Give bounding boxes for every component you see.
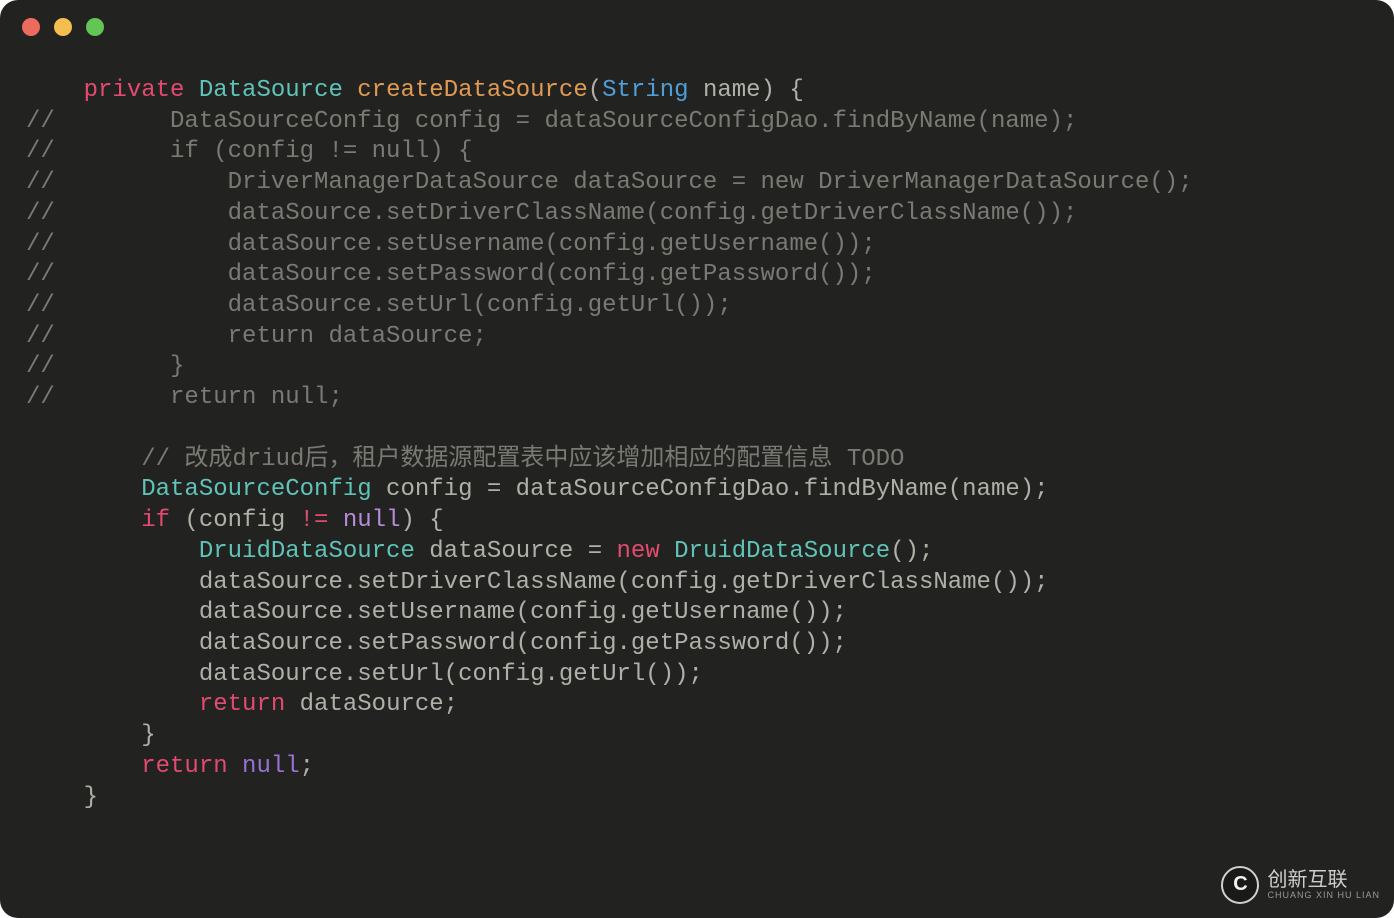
code-line: dataSource.setDriverClassName(config.get… bbox=[26, 569, 1049, 596]
code-line: if (config != null) { bbox=[26, 507, 444, 534]
code-line: private DataSource createDataSource(Stri… bbox=[26, 77, 804, 104]
code-comment-line: // } bbox=[26, 353, 184, 380]
code-line: } bbox=[26, 722, 156, 749]
code-editor-window: private DataSource createDataSource(Stri… bbox=[0, 0, 1394, 918]
code-line: } bbox=[26, 784, 98, 811]
code-line: DataSourceConfig config = dataSourceConf… bbox=[26, 476, 1049, 503]
watermark-name: 创新互联 bbox=[1267, 870, 1380, 890]
window-titlebar bbox=[0, 0, 1394, 36]
code-line: return dataSource; bbox=[26, 691, 458, 718]
code-todo-comment: // 改成driud后，租户数据源配置表中应该增加相应的配置信息 TODO bbox=[26, 446, 904, 473]
code-comment-line: // dataSource.setUsername(config.getUser… bbox=[26, 231, 876, 258]
watermark-sub: CHUANG XIN HU LIAN bbox=[1267, 890, 1380, 901]
code-line: dataSource.setPassword(config.getPasswor… bbox=[26, 630, 847, 657]
code-comment-line: // dataSource.setDriverClassName(config.… bbox=[26, 200, 1077, 227]
code-line: DruidDataSource dataSource = new DruidDa… bbox=[26, 538, 933, 565]
window-maximize-button[interactable] bbox=[86, 18, 104, 36]
window-close-button[interactable] bbox=[22, 18, 40, 36]
code-comment-line: // if (config != null) { bbox=[26, 138, 472, 165]
code-comment-line: // DataSourceConfig config = dataSourceC… bbox=[26, 108, 1077, 135]
code-content[interactable]: private DataSource createDataSource(Stri… bbox=[0, 36, 1394, 839]
code-line: dataSource.setUsername(config.getUsernam… bbox=[26, 599, 847, 626]
code-line: dataSource.setUrl(config.getUrl()); bbox=[26, 661, 703, 688]
code-comment-line: // dataSource.setUrl(config.getUrl()); bbox=[26, 292, 732, 319]
watermark: C 创新互联 CHUANG XIN HU LIAN bbox=[1221, 866, 1380, 904]
window-minimize-button[interactable] bbox=[54, 18, 72, 36]
code-comment-line: // return null; bbox=[26, 384, 343, 411]
code-comment-line: // return dataSource; bbox=[26, 323, 487, 350]
watermark-logo-icon: C bbox=[1221, 866, 1259, 904]
code-comment-line: // DriverManagerDataSource dataSource = … bbox=[26, 169, 1193, 196]
code-comment-line: // dataSource.setPassword(config.getPass… bbox=[26, 261, 876, 288]
code-line: return null; bbox=[26, 753, 314, 780]
